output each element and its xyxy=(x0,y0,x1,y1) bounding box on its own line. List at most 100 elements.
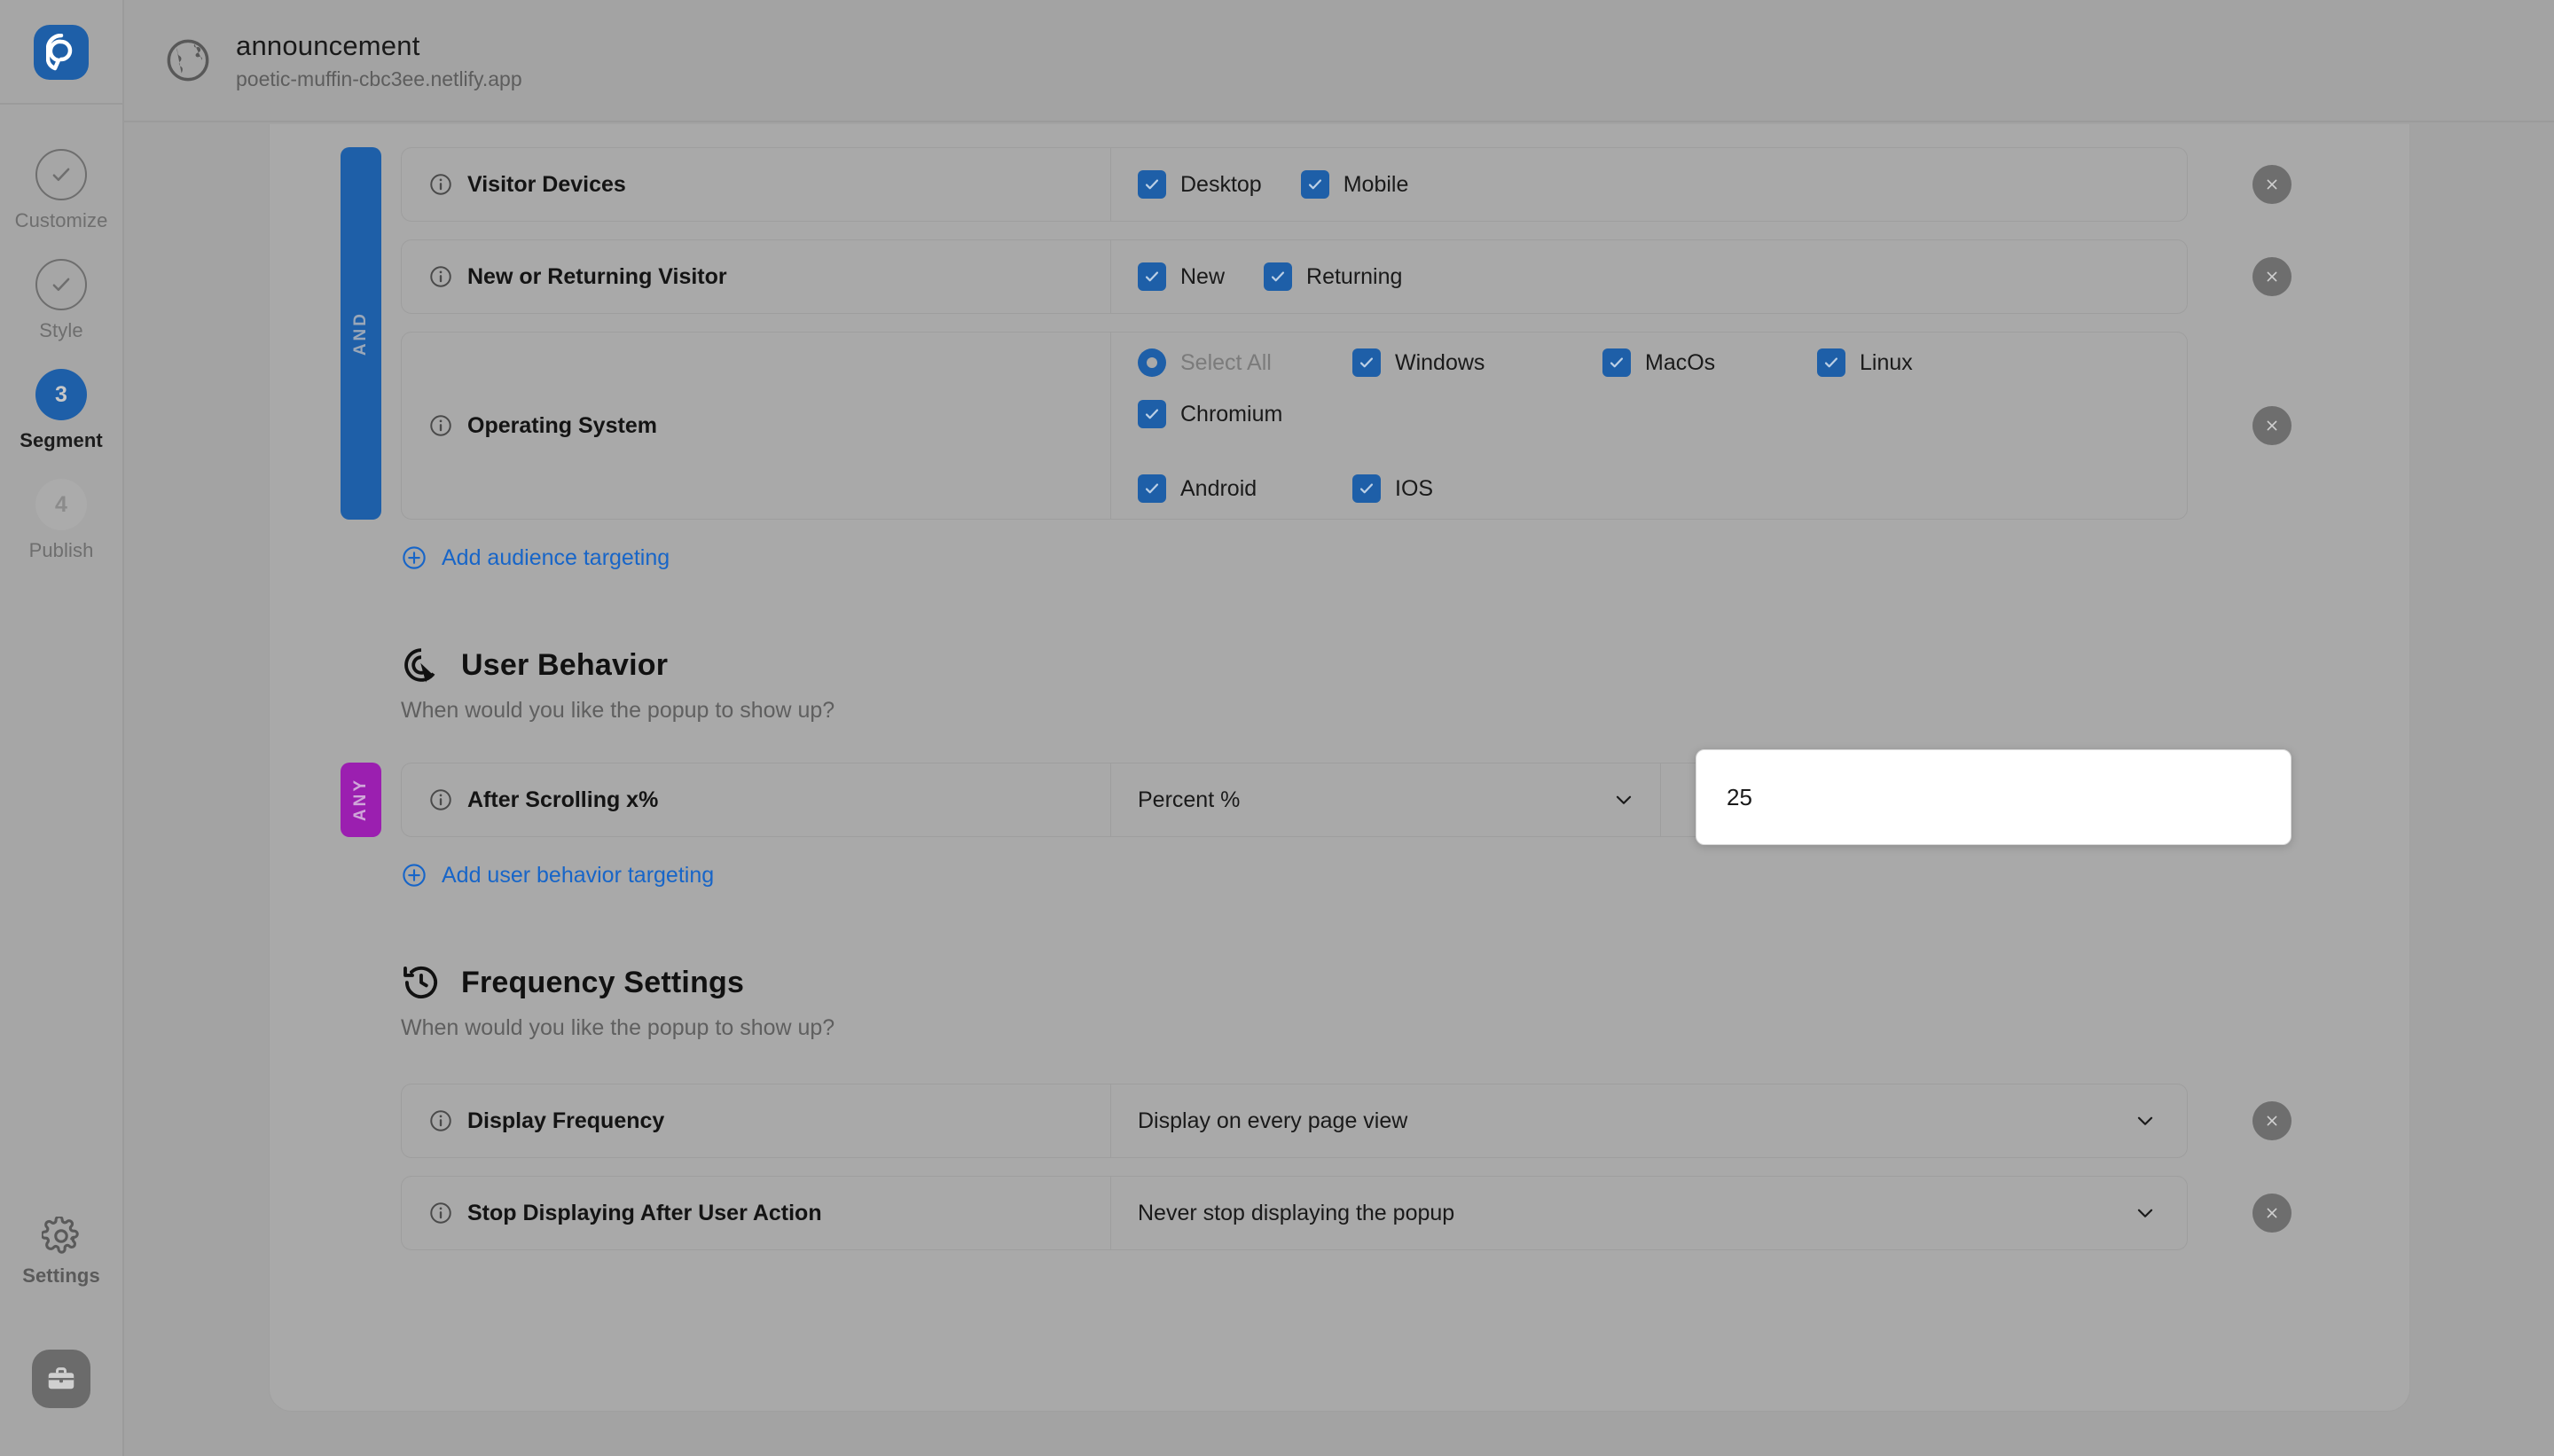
avatar[interactable] xyxy=(32,1350,90,1408)
conjunction-any[interactable]: ANY xyxy=(341,763,381,837)
checkbox-mobile[interactable]: Mobile xyxy=(1300,170,1409,199)
info-icon[interactable] xyxy=(428,1108,453,1133)
conjunction-and[interactable]: AND xyxy=(341,147,381,520)
sidebar-item-label: Segment xyxy=(20,429,103,451)
row-label-text: Display Frequency xyxy=(467,1108,665,1133)
globe-icon xyxy=(167,39,209,82)
scroll-unit-value: Percent % xyxy=(1138,787,1241,812)
info-icon[interactable] xyxy=(428,264,453,289)
info-icon[interactable] xyxy=(428,1201,453,1225)
stop-displaying-select[interactable]: Never stop displaying the popup xyxy=(1111,1177,2187,1249)
sidebar-item-publish[interactable]: 4 Publish xyxy=(0,465,122,575)
site-info: announcement poetic-muffin-cbc3ee.netlif… xyxy=(236,30,522,91)
plus-circle-icon xyxy=(403,546,426,569)
checkbox-label: IOS xyxy=(1395,475,1434,501)
section-head: User Behavior xyxy=(401,645,2409,685)
checkbox-select-all[interactable]: Select All xyxy=(1138,348,1306,377)
sidebar-item-label: Publish xyxy=(28,539,94,561)
row-label-text: Operating System xyxy=(467,412,657,438)
checkbox-label: Returning xyxy=(1306,263,1403,289)
checkbox-icon xyxy=(1138,170,1166,199)
checkbox-icon xyxy=(1300,170,1329,199)
scroll-unit-select[interactable]: Percent % xyxy=(1111,763,1661,836)
step-badge-style xyxy=(35,259,87,310)
add-user-behavior-targeting-button[interactable]: Add user behavior targeting xyxy=(401,862,714,888)
checkbox-windows[interactable]: Windows xyxy=(1352,348,1556,377)
add-audience-targeting-button[interactable]: Add audience targeting xyxy=(401,544,670,571)
frequency-rows: Display Frequency Display on every page … xyxy=(270,1041,2409,1250)
checkbox-desktop[interactable]: Desktop xyxy=(1138,170,1262,199)
row-options: New Returning xyxy=(1111,240,2187,313)
checkbox-icon xyxy=(1138,262,1166,291)
checkbox-icon xyxy=(1352,474,1381,503)
info-icon[interactable] xyxy=(428,413,453,438)
display-frequency-select[interactable]: Display on every page view xyxy=(1111,1084,2187,1157)
scroll-percent-value: 25 xyxy=(1727,783,1752,810)
checkbox-icon xyxy=(1817,348,1845,377)
add-user-behavior-targeting-wrap: Add user behavior targeting xyxy=(270,837,2409,893)
add-audience-targeting-wrap: Add audience targeting xyxy=(270,520,2409,575)
frequency-section-head: Frequency Settings When would you like t… xyxy=(270,893,2409,1041)
user-behavior-section-head: User Behavior When would you like the po… xyxy=(270,575,2409,724)
close-icon xyxy=(2267,271,2277,282)
checkbox-label: New xyxy=(1180,263,1226,289)
ring-indeterminate-icon xyxy=(1138,348,1166,377)
row-label-text: Visitor Devices xyxy=(467,171,626,197)
remove-row-button[interactable] xyxy=(2252,165,2292,204)
segment-panel-inner: AND Visitor Devices Desktop Mobile New o… xyxy=(270,124,2409,1250)
section-title: Frequency Settings xyxy=(461,965,745,999)
sidebar-item-style[interactable]: Style xyxy=(0,245,122,355)
cursor-target-icon xyxy=(404,648,435,683)
checkbox-macos[interactable]: MacOs xyxy=(1602,348,1771,377)
remove-row-button[interactable] xyxy=(2252,1101,2292,1140)
conjunction-label: ANY xyxy=(351,778,370,822)
frequency-rows-list: Display Frequency Display on every page … xyxy=(401,1084,2292,1250)
section-subtitle: When would you like the popup to show up… xyxy=(401,1015,835,1040)
page-title: announcement xyxy=(236,29,420,61)
row-label: Operating System xyxy=(402,333,1111,519)
checkbox-linux[interactable]: Linux xyxy=(1817,348,1972,377)
checkbox-icon xyxy=(1264,262,1293,291)
info-icon[interactable] xyxy=(428,172,453,197)
history-clock-icon xyxy=(403,966,437,998)
sidebar-item-label: Style xyxy=(39,319,83,341)
remove-row-button[interactable] xyxy=(2252,406,2292,445)
remove-row-button[interactable] xyxy=(2252,257,2292,296)
rail-steps: Customize Style 3 Segment 4 Publish xyxy=(0,135,122,575)
checkbox-chromium[interactable]: Chromium xyxy=(1138,400,1282,428)
chevron-down-icon xyxy=(1616,795,1632,804)
checkbox-label: Mobile xyxy=(1343,171,1409,197)
info-icon[interactable] xyxy=(428,787,453,812)
table-row: New or Returning Visitor New Returning xyxy=(401,239,2292,314)
row-label: Stop Displaying After User Action xyxy=(402,1177,1111,1249)
left-rail: Customize Style 3 Segment 4 Publish Sett… xyxy=(0,0,124,1456)
conjunction-label: AND xyxy=(351,310,370,356)
step-badge-customize xyxy=(35,149,87,200)
sidebar-item-customize[interactable]: Customize xyxy=(0,135,122,245)
checkbox-new[interactable]: New xyxy=(1138,262,1225,291)
sidebar-item-settings[interactable]: Settings xyxy=(22,1217,100,1288)
app-logo[interactable] xyxy=(34,25,89,80)
sidebar-item-segment[interactable]: 3 Segment xyxy=(0,355,122,465)
checkbox-label: Windows xyxy=(1395,349,1485,375)
row-label-text: After Scrolling x% xyxy=(467,787,659,812)
close-icon xyxy=(2267,179,2277,190)
display-frequency-value: Display on every page view xyxy=(1138,1108,1408,1133)
sidebar-item-label: Customize xyxy=(14,209,108,231)
row-label: Display Frequency xyxy=(402,1084,1111,1157)
briefcase-icon xyxy=(48,1367,74,1389)
step-badge-segment: 3 xyxy=(35,369,87,420)
close-icon xyxy=(2267,1208,2277,1218)
checkbox-label: Select All xyxy=(1180,349,1272,375)
remove-row-button[interactable] xyxy=(2252,1194,2292,1233)
checkbox-android[interactable]: Android xyxy=(1138,474,1306,503)
checkbox-ios[interactable]: IOS xyxy=(1352,474,1433,503)
checkbox-icon xyxy=(1352,348,1381,377)
row-label-text: Stop Displaying After User Action xyxy=(467,1200,822,1225)
checkbox-returning[interactable]: Returning xyxy=(1264,262,1402,291)
checkbox-icon xyxy=(1138,400,1166,428)
table-row: Operating System Select All Windows MacO… xyxy=(401,332,2292,520)
top-bar: announcement poetic-muffin-cbc3ee.netlif… xyxy=(124,0,2554,122)
scroll-percent-input[interactable]: 25 xyxy=(1696,749,2292,845)
check-icon xyxy=(52,278,70,291)
